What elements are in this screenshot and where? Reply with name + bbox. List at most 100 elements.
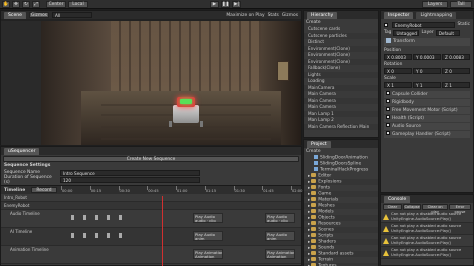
component-enabled-checkbox[interactable] [386,107,390,111]
console-message[interactable]: Can not play a disabled audio source Uni… [381,223,473,235]
pause-button[interactable]: ❚❚ [221,0,230,8]
position-y[interactable]: Y 0.0003 [413,53,441,60]
keyframe-marker[interactable] [83,215,86,220]
tab-inspector[interactable]: Inspector [384,11,414,19]
stats-toggle[interactable]: Stats [268,13,279,18]
track-row[interactable]: Audio Timeline [1,210,301,228]
layout-dropdown[interactable]: Tall [450,0,472,8]
playhead[interactable] [162,196,163,266]
tab-console[interactable]: Console [384,195,411,203]
active-checkbox[interactable] [384,22,388,27]
timeline-clip[interactable]: Play Audio audio · clip [193,213,223,223]
timeline-clip[interactable]: Play Audio anim [265,231,295,241]
keyframe-marker[interactable] [71,233,74,238]
tab-lightmapping[interactable]: Lightmapping [416,11,457,19]
object-name-field[interactable]: EnemyRobot [392,21,456,28]
component-header[interactable]: Gameplay Handler (Script) [384,130,470,138]
keyframe-marker[interactable] [95,233,98,238]
keyframe-marker[interactable] [119,233,122,238]
keyframe-marker[interactable] [119,215,122,220]
expand-arrow-icon[interactable]: ▸ [308,180,310,185]
track-row[interactable]: Intro_Robot [1,194,301,202]
console-error-pause-button[interactable]: Error pause [448,204,471,214]
track-row[interactable]: Animation Timeline [1,246,301,264]
layers-dropdown[interactable]: Layers [422,0,448,8]
keyframe-marker[interactable] [107,233,110,238]
console-message[interactable]: Can not play a disabled audio source Uni… [381,247,473,259]
expand-arrow-icon[interactable]: ▸ [308,174,310,179]
sequence-name-field[interactable]: Intro Sequence [60,169,200,176]
gizmos-dropdown[interactable]: Gizmos [29,12,50,18]
tag-dropdown[interactable]: Untagged [393,29,420,36]
console-message[interactable]: Can not play a disabled audio source Uni… [381,235,473,247]
keyframe-marker[interactable] [107,215,110,220]
transform-header[interactable]: Transform [384,38,470,46]
expand-arrow-icon[interactable]: ▸ [308,192,310,197]
pivot-button[interactable]: Center [46,0,66,8]
component-header[interactable]: Capsule Collider [384,90,470,98]
expand-arrow-icon[interactable]: ▸ [308,204,310,209]
timeline-clip[interactable]: Play Audio anim [193,231,223,241]
rotation-z[interactable]: Z 0 [442,67,470,74]
expand-arrow-icon[interactable]: ▸ [308,234,310,239]
console-message[interactable]: Can not play a disabled audio source Uni… [381,211,473,223]
record-button[interactable]: Record [31,187,57,193]
rotation-y[interactable]: Y 0 [413,67,441,74]
keyframe-marker[interactable] [95,215,98,220]
scene-viewport[interactable] [41,21,301,145]
scene-search-input[interactable]: All [52,12,93,18]
component-header[interactable]: Rigidbody [384,98,470,106]
console-clear-button[interactable]: Clear [383,204,402,210]
tab-hierarchy[interactable]: Hierarchy [307,11,338,19]
component-header[interactable]: Health (Script) [384,114,470,122]
component-enabled-checkbox[interactable] [386,91,390,95]
sequence-duration-field[interactable]: 120 [60,176,200,183]
tab-scene[interactable]: Scene [4,11,27,19]
expand-arrow-icon[interactable]: ▸ [308,216,310,221]
keyframe-marker[interactable] [83,233,86,238]
maximize-on-play-toggle[interactable]: Maximize on Play [226,13,264,18]
tab-usequencer[interactable]: uSequencer [4,147,40,155]
expand-arrow-icon[interactable]: ▸ [308,210,310,215]
expand-arrow-icon[interactable]: ▸ [308,228,310,233]
play-button[interactable]: ▶ [210,0,219,8]
layer-dropdown[interactable]: Default [435,29,460,36]
component-enabled-checkbox[interactable] [386,123,390,127]
timeline-clip[interactable]: Play Animation Animation [265,249,295,259]
position-z[interactable]: Z 0.0083 [442,53,470,60]
space-button[interactable]: Local [68,0,88,8]
create-sequence-button[interactable]: Create New Sequence [3,156,299,162]
move-tool-icon[interactable]: ✥ [12,0,20,8]
robot[interactable] [169,95,203,129]
expand-arrow-icon[interactable]: ▸ [308,252,310,257]
component-header[interactable]: Audio Source [384,122,470,130]
expand-arrow-icon[interactable]: ▸ [308,198,310,203]
tab-project[interactable]: Project [307,140,331,148]
timeline-clip[interactable]: Play Audio audio · clip [265,213,295,223]
gizmos-toggle[interactable]: Gizmos [282,13,298,18]
static-toggle[interactable]: Static [457,22,470,27]
component-enabled-checkbox[interactable] [386,99,390,103]
rotate-tool-icon[interactable]: ↻ [22,0,30,8]
expand-arrow-icon[interactable]: ▸ [308,222,310,227]
scale-x[interactable]: X 1 [384,81,412,88]
console-clear-on-play-button[interactable]: Clear on play [422,204,448,214]
hand-tool-icon[interactable]: ✋ [2,0,10,8]
keyframe-marker[interactable] [71,215,74,220]
console-collapse-button[interactable]: Collapse [402,204,422,210]
component-enabled-checkbox[interactable] [386,115,390,119]
rotation-x[interactable]: X 0 [384,67,412,74]
project-create-button[interactable]: Create [306,149,321,154]
hierarchy-create-button[interactable]: Create [306,20,321,25]
component-header[interactable]: Free Movement Motor (Script) [384,106,470,114]
scale-z[interactable]: Z 1 [442,81,470,88]
expand-arrow-icon[interactable]: ▸ [308,240,310,245]
expand-arrow-icon[interactable]: ▸ [308,258,310,263]
track-row[interactable]: AI Timeline [1,228,301,246]
expand-arrow-icon[interactable]: ▸ [308,186,310,191]
component-enabled-checkbox[interactable] [386,131,390,135]
scale-tool-icon[interactable]: ⤢ [32,0,40,8]
timeline-clip[interactable]: Play Animation Animation [193,249,223,259]
step-button[interactable]: ▶| [232,0,241,8]
scale-y[interactable]: Y 1 [413,81,441,88]
